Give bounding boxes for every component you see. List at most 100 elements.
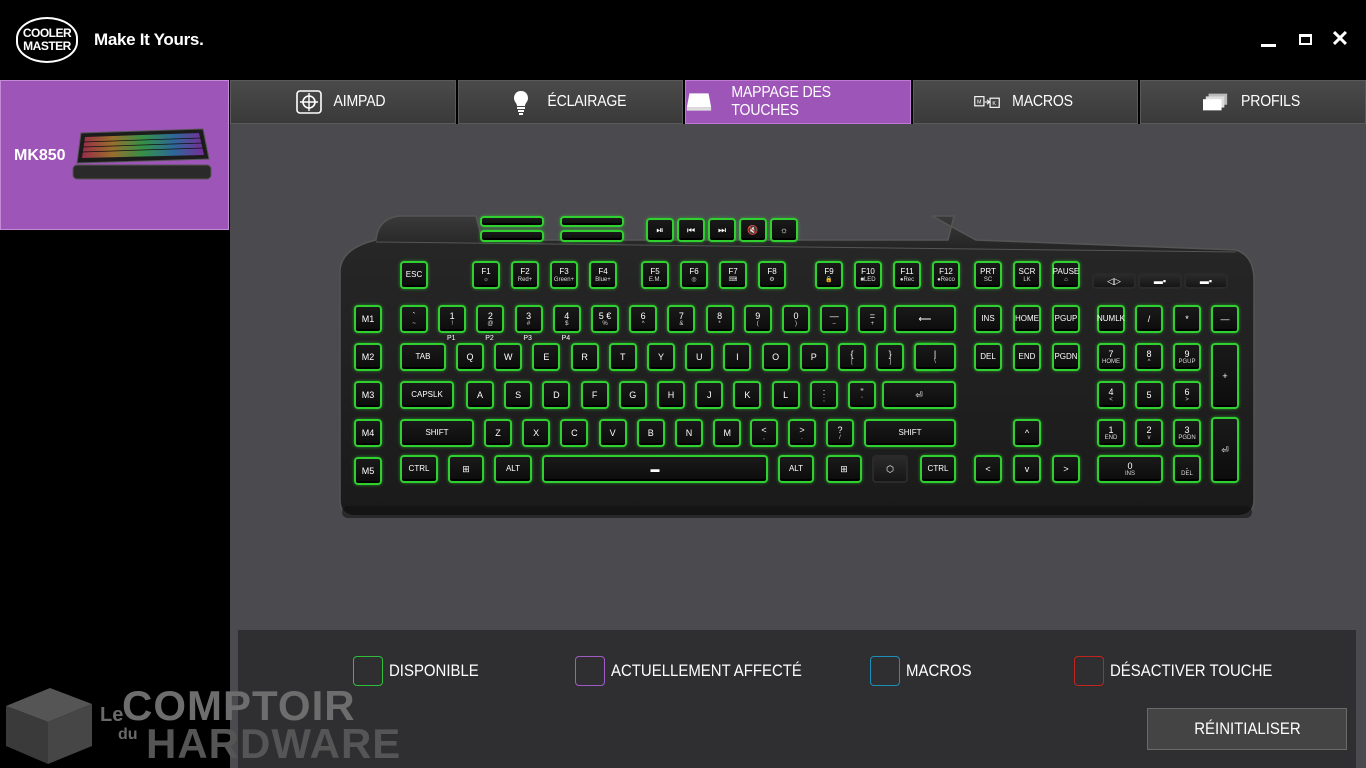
key-slash[interactable]: ? / xyxy=(826,419,854,447)
media-button[interactable]: ☼ xyxy=(770,218,798,242)
key-backspace[interactable]: ⟵ xyxy=(894,305,956,333)
maximize-button[interactable] xyxy=(1294,28,1316,50)
key-arrow-down[interactable]: v xyxy=(1013,455,1041,483)
key-f[interactable]: F xyxy=(580,381,609,409)
key-f11[interactable]: F11 ●Rec xyxy=(893,261,921,289)
key-number[interactable]: ` ~ xyxy=(400,305,428,333)
key-scr[interactable]: SCR LK xyxy=(1013,261,1041,289)
key-i[interactable]: I xyxy=(723,343,752,371)
key-numpad-3[interactable]: 3 PGDN xyxy=(1173,419,1201,447)
key-number[interactable]: 6 ^ xyxy=(629,305,658,333)
key-numpad-9[interactable]: 9 PGUP xyxy=(1173,343,1201,371)
key-f8[interactable]: F8 ⚙ xyxy=(758,261,786,289)
key-home[interactable]: HOME xyxy=(1013,305,1041,333)
key-right-ctrl[interactable]: CTRL xyxy=(920,455,956,483)
key-e[interactable]: E xyxy=(532,343,561,371)
key-f12[interactable]: F12 ●Reco xyxy=(932,261,960,289)
key-right-alt[interactable]: ALT xyxy=(778,455,814,483)
key-numpad-divide[interactable]: / xyxy=(1135,305,1163,333)
key-k[interactable]: K xyxy=(733,381,762,409)
key-right-win[interactable]: ⊞ xyxy=(826,455,862,483)
key-r[interactable]: R xyxy=(570,343,599,371)
reset-button[interactable]: RÉINITIALISER xyxy=(1147,708,1347,750)
key-left-shift[interactable]: SHIFT xyxy=(400,419,474,447)
key-t[interactable]: T xyxy=(608,343,637,371)
key-number[interactable]: 5 €% xyxy=(591,305,619,333)
key-j[interactable]: J xyxy=(695,381,724,409)
key-number[interactable]: = + xyxy=(858,305,887,333)
minimize-button[interactable] xyxy=(1257,28,1279,50)
key-capslock[interactable]: CAPSLK xyxy=(400,381,454,409)
key-arrow-up[interactable]: ^ xyxy=(1013,419,1041,447)
key-number[interactable]: 0) xyxy=(782,305,810,333)
key-v[interactable]: V xyxy=(598,419,627,447)
tab-profiles[interactable]: PROFILS xyxy=(1140,80,1366,124)
media-button[interactable]: ⏯ xyxy=(646,218,674,242)
key-f1[interactable]: F1 ☼ xyxy=(472,261,500,289)
key-f4[interactable]: F4 Blue+ xyxy=(589,261,617,289)
key-number[interactable]: 3 # xyxy=(514,305,543,333)
key-numpad-4[interactable]: 4 < xyxy=(1097,381,1125,409)
key-number[interactable]: 1! xyxy=(438,305,467,333)
tab-lighting[interactable]: ÉCLAIRAGE xyxy=(457,80,684,124)
key-enter[interactable]: ⏎ xyxy=(882,381,956,409)
key-q[interactable]: Q xyxy=(456,343,484,371)
key-numpad-1[interactable]: 1 END xyxy=(1097,419,1125,447)
key-numlock[interactable]: NUMLK xyxy=(1097,305,1125,333)
key-number[interactable]: 9( xyxy=(743,305,772,333)
key-m1[interactable]: M1 xyxy=(354,305,382,333)
key-numpad-2[interactable]: 2v xyxy=(1135,419,1163,447)
key-numpad-minus[interactable]: — xyxy=(1211,305,1239,333)
top-wheel-left-lower[interactable] xyxy=(480,230,544,242)
key-pgup[interactable]: PGUP xyxy=(1052,305,1080,333)
key-x[interactable]: X xyxy=(522,419,551,447)
profile-key-2[interactable]: ▬▪ xyxy=(1138,273,1182,289)
key-esc[interactable]: ESC xyxy=(400,261,428,289)
tab-key-mapping[interactable]: MAPPAGE DES TOUCHES xyxy=(685,80,911,124)
key-numpad-0[interactable]: 0 INS xyxy=(1097,455,1163,483)
key-prt[interactable]: PRT SC xyxy=(974,261,1002,289)
close-button[interactable]: ✕ xyxy=(1329,26,1351,51)
key-left-ctrl[interactable]: CTRL xyxy=(400,455,438,483)
key-arrow-right[interactable]: > xyxy=(1052,455,1080,483)
key-numpad-6[interactable]: 6 > xyxy=(1173,381,1201,409)
key-quote[interactable]: " ' xyxy=(848,381,876,409)
key-c[interactable]: C xyxy=(560,419,589,447)
key-numpad-multiply[interactable]: * xyxy=(1173,305,1201,333)
key-number[interactable]: 2 @ xyxy=(476,305,505,333)
key-period[interactable]: >. xyxy=(788,419,816,447)
key-bracket[interactable]: {[ xyxy=(838,343,866,371)
key-numpad-5[interactable]: 5 xyxy=(1135,381,1163,409)
tab-macros[interactable]: MK MACROS xyxy=(912,80,1139,124)
key-m5[interactable]: M5 xyxy=(354,457,382,485)
key-f7[interactable]: F7 ⌨ xyxy=(719,261,747,289)
key-z[interactable]: Z xyxy=(484,419,512,447)
key-arrow-left[interactable]: < xyxy=(974,455,1002,483)
key-backslash[interactable]: | \ xyxy=(914,343,956,371)
key-left-win[interactable]: ⊞ xyxy=(448,455,484,483)
key-semicolon[interactable]: :; xyxy=(810,381,838,409)
key-g[interactable]: G xyxy=(618,381,647,409)
key-m4[interactable]: M4 xyxy=(354,419,382,447)
key-n[interactable]: N xyxy=(675,419,703,447)
top-wheel-right-upper[interactable] xyxy=(560,216,624,227)
key-end[interactable]: END xyxy=(1013,343,1041,371)
media-button[interactable]: 🔇 xyxy=(739,218,767,242)
key-tab[interactable]: TAB xyxy=(400,343,446,371)
key-u[interactable]: U xyxy=(685,343,714,371)
key-y[interactable]: Y xyxy=(647,343,675,371)
key-fn-logo[interactable]: ⬡ xyxy=(872,455,908,483)
key-numpad-8[interactable]: 8 ^ xyxy=(1135,343,1163,371)
key-f10[interactable]: F10 ■LED xyxy=(854,261,882,289)
key-h[interactable]: H xyxy=(657,381,685,409)
key-w[interactable]: W xyxy=(494,343,523,371)
key-b[interactable]: B xyxy=(636,419,665,447)
key-m3[interactable]: M3 xyxy=(354,381,382,409)
key-f3[interactable]: F3 Green+ xyxy=(550,261,578,289)
key-numpad-plus[interactable]: + xyxy=(1211,343,1239,409)
key-numpad-7[interactable]: 7 HOME xyxy=(1097,343,1125,371)
key-number[interactable]: 7 & xyxy=(667,305,696,333)
key-m2[interactable]: M2 xyxy=(354,343,382,371)
key-number[interactable]: 4 $ xyxy=(552,305,581,333)
key-p[interactable]: P xyxy=(799,343,828,371)
